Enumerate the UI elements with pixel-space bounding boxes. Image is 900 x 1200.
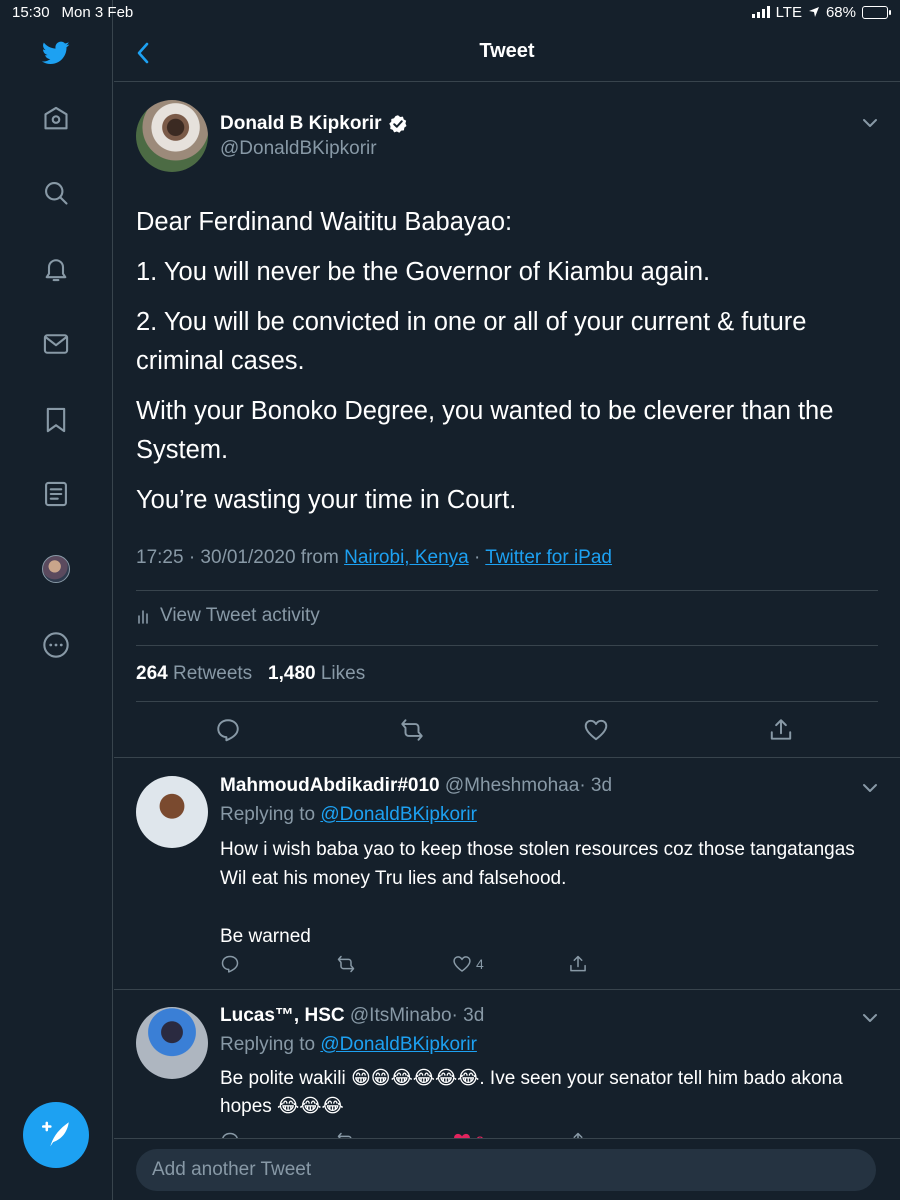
messages-envelope-icon[interactable] (36, 324, 76, 364)
reply-author-name[interactable]: MahmoudAbdikadir#010 (220, 775, 440, 796)
reply-button[interactable] (220, 954, 240, 974)
reply-age: · 3d (451, 1005, 485, 1026)
source-link[interactable]: Twitter for iPad (485, 547, 612, 568)
reply-author-avatar[interactable] (136, 776, 208, 848)
signal-icon (751, 6, 770, 18)
replying-to-link[interactable]: @DonaldBKipkorir (320, 1034, 477, 1055)
divider (136, 701, 878, 702)
view-tweet-activity-button[interactable]: View Tweet activity (136, 605, 320, 627)
replying-to-row: Replying to @DonaldBKipkorir (220, 804, 477, 826)
reply-age: · 3d (579, 775, 613, 796)
battery-icon (862, 5, 891, 19)
retweet-button[interactable] (336, 954, 356, 974)
heart-icon (453, 956, 471, 972)
replying-to-label: Replying to (220, 1034, 316, 1055)
status-bar: 15:30 Mon 3 Feb LTE 68% (0, 0, 900, 24)
profile-avatar[interactable] (42, 555, 70, 583)
main-column: Tweet Donald B Kipkorir @DonaldBKipkorir… (114, 0, 900, 1200)
tweet-line: Dear Ferdinand Waititu Babayao: (136, 208, 513, 236)
reply-options-chevron-down-icon[interactable] (860, 1008, 880, 1028)
heart-icon (584, 719, 608, 741)
reply-tweet[interactable]: Lucas™, HSC @ItsMinabo· 3d Replying to @… (114, 991, 900, 1151)
divider (136, 590, 878, 591)
tweet-line: With your Bonoko Degree, you wanted to b… (136, 397, 834, 464)
location-arrow-icon (808, 7, 819, 17)
location-link[interactable]: Nairobi, Kenya (344, 547, 469, 568)
tweet-line: 1. You will never be the Governor of Kia… (136, 258, 711, 286)
reply-options-chevron-down-icon[interactable] (860, 778, 880, 798)
twitter-logo-icon[interactable] (36, 33, 76, 73)
more-options-icon[interactable] (36, 625, 76, 665)
author-name: Donald B Kipkorir (220, 113, 382, 134)
author-name-row[interactable]: Donald B Kipkorir (220, 113, 408, 135)
like-count: 4 (476, 956, 484, 972)
lists-icon[interactable] (36, 474, 76, 514)
notifications-bell-icon[interactable] (36, 249, 76, 289)
reply-composer (114, 1138, 900, 1200)
reply-icon (217, 719, 239, 742)
retweets-label: Retweets (172, 663, 253, 684)
replying-to-link[interactable]: @DonaldBKipkorir (320, 804, 477, 825)
likes-stat[interactable]: 1,480 Likes (268, 663, 365, 684)
reply-author-handle: @Mheshmohaa (444, 775, 580, 796)
divider (136, 645, 878, 646)
tweet-text: Dear Ferdinand Waititu Babayao: 1. You w… (136, 203, 876, 531)
sidebar (0, 0, 113, 1200)
reply-tweet[interactable]: MahmoudAbdikadir#010 @Mheshmohaa· 3d Rep… (114, 759, 900, 990)
reply-actions: 4 (220, 954, 600, 978)
reply-header: MahmoudAbdikadir#010 @Mheshmohaa· 3d (220, 775, 612, 797)
reply-button[interactable] (213, 715, 243, 745)
reply-text: How i wish baba yao to keep those stolen… (220, 839, 855, 947)
bookmark-icon[interactable] (36, 400, 76, 440)
share-icon (770, 719, 792, 740)
status-time: 15:30 (12, 3, 50, 21)
tweet-stats: 264 Retweets 1,480 Likes (136, 663, 365, 685)
author-handle[interactable]: @DonaldBKipkorir (220, 138, 377, 160)
replying-to-label: Replying to (220, 804, 316, 825)
compose-tweet-button[interactable] (23, 1102, 89, 1168)
retweet-button[interactable] (397, 715, 427, 745)
share-button[interactable] (766, 715, 796, 745)
retweets-count: 264 (136, 663, 168, 684)
likes-count: 1,480 (268, 663, 316, 684)
likes-label: Likes (320, 663, 366, 684)
retweet-icon (401, 719, 423, 741)
tweet-timestamp: 17:25 · 30/01/2020 from (136, 547, 339, 568)
retweets-stat[interactable]: 264 Retweets (136, 663, 252, 684)
reply-header: Lucas™, HSC @ItsMinabo· 3d (220, 1005, 484, 1027)
status-date: Mon 3 Feb (61, 3, 134, 21)
tweet-timestamp-row: 17:25 · 30/01/2020 from Nairobi, Kenya ·… (136, 547, 612, 569)
meta-separator: · (468, 547, 486, 568)
reply-author-name[interactable]: Lucas™, HSC (220, 1005, 345, 1026)
tweet-actions (114, 715, 900, 747)
reply-author-avatar[interactable] (136, 1007, 208, 1079)
search-icon[interactable] (36, 173, 76, 213)
retweet-icon (337, 955, 355, 973)
replying-to-row: Replying to @DonaldBKipkorir (220, 1034, 477, 1056)
network-label: LTE (775, 3, 802, 21)
like-button[interactable]: 4 (452, 954, 484, 974)
compose-feather-icon (41, 1121, 69, 1147)
author-avatar[interactable] (136, 100, 208, 172)
add-another-tweet-input[interactable] (136, 1149, 876, 1191)
main-tweet: Donald B Kipkorir @DonaldBKipkorir Dear … (114, 83, 900, 758)
tweet-options-chevron-down-icon[interactable] (860, 113, 880, 133)
verified-badge-icon (388, 115, 407, 133)
tweet-line: 2. You will be convicted in one or all o… (136, 308, 807, 375)
page-header: Tweet (114, 24, 900, 82)
reply-icon (221, 955, 239, 973)
like-button[interactable] (581, 715, 611, 745)
share-button[interactable] (568, 954, 588, 974)
view-tweet-activity-label: View Tweet activity (160, 605, 320, 626)
analytics-bars-icon (138, 610, 148, 624)
reply-author-handle: @ItsMinabo (349, 1005, 452, 1026)
battery-percentage: 68% (825, 3, 856, 21)
share-icon (570, 955, 586, 972)
reply-text: Be polite wakili 😁😁😂😂😂😂. Ive seen your s… (220, 1068, 848, 1117)
tweet-line: You’re wasting your time in Court. (136, 486, 517, 514)
page-title: Tweet (479, 40, 535, 62)
home-icon[interactable] (36, 99, 76, 139)
